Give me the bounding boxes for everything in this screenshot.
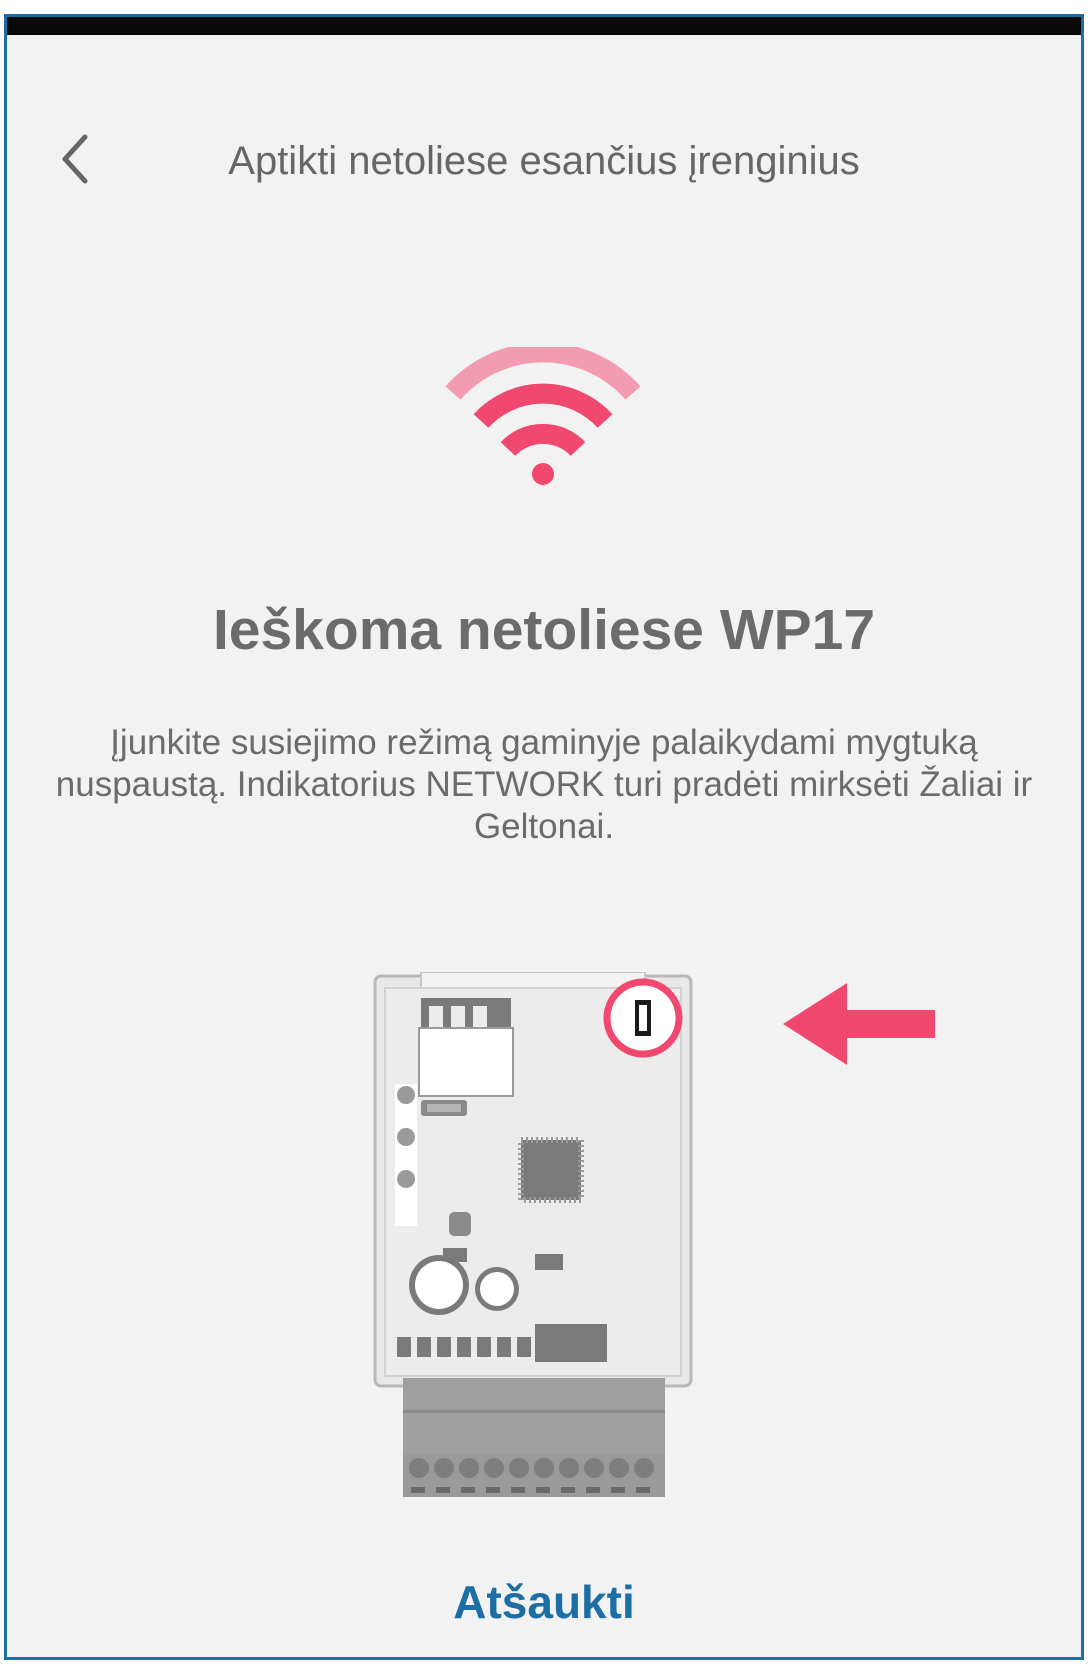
controller-board-illustration (373, 972, 693, 1497)
app-screen: Aptikti netoliese esančius įrenginius Ie… (4, 14, 1084, 1660)
header: Aptikti netoliese esančius įrenginius (7, 117, 1081, 217)
wifi-icon (445, 347, 641, 485)
pairing-instructions: Įjunkite susiejimo režimą gaminyje palai… (55, 723, 1033, 846)
arrow-left-icon (783, 983, 935, 1065)
pairing-button-highlight (603, 978, 683, 1058)
cancel-button[interactable]: Atšaukti (7, 1575, 1081, 1629)
search-headline: Ieškoma netoliese WP17 (212, 598, 876, 662)
page-title: Aptikti netoliese esančius įrenginius (228, 139, 860, 183)
status-bar (7, 17, 1081, 35)
